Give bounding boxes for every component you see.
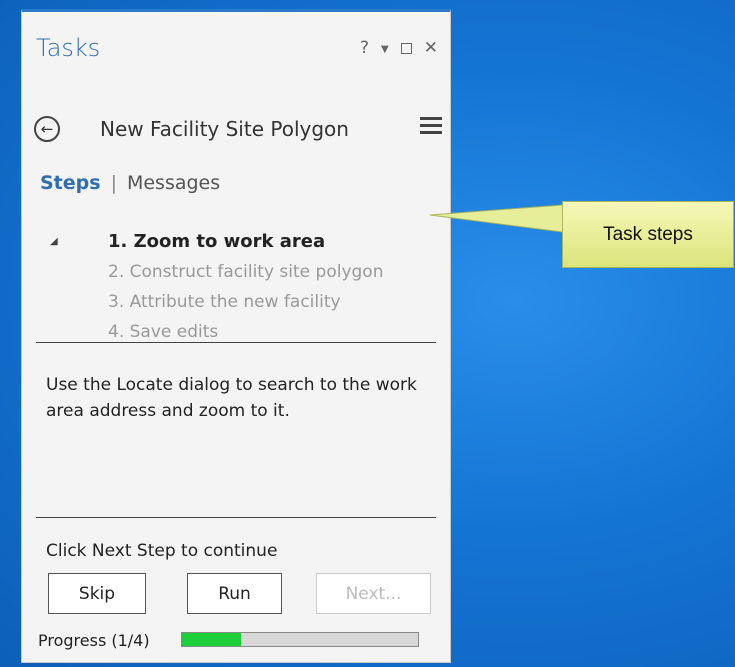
callout-pointer — [429, 204, 564, 233]
callout-task-steps: Task steps — [562, 201, 734, 268]
